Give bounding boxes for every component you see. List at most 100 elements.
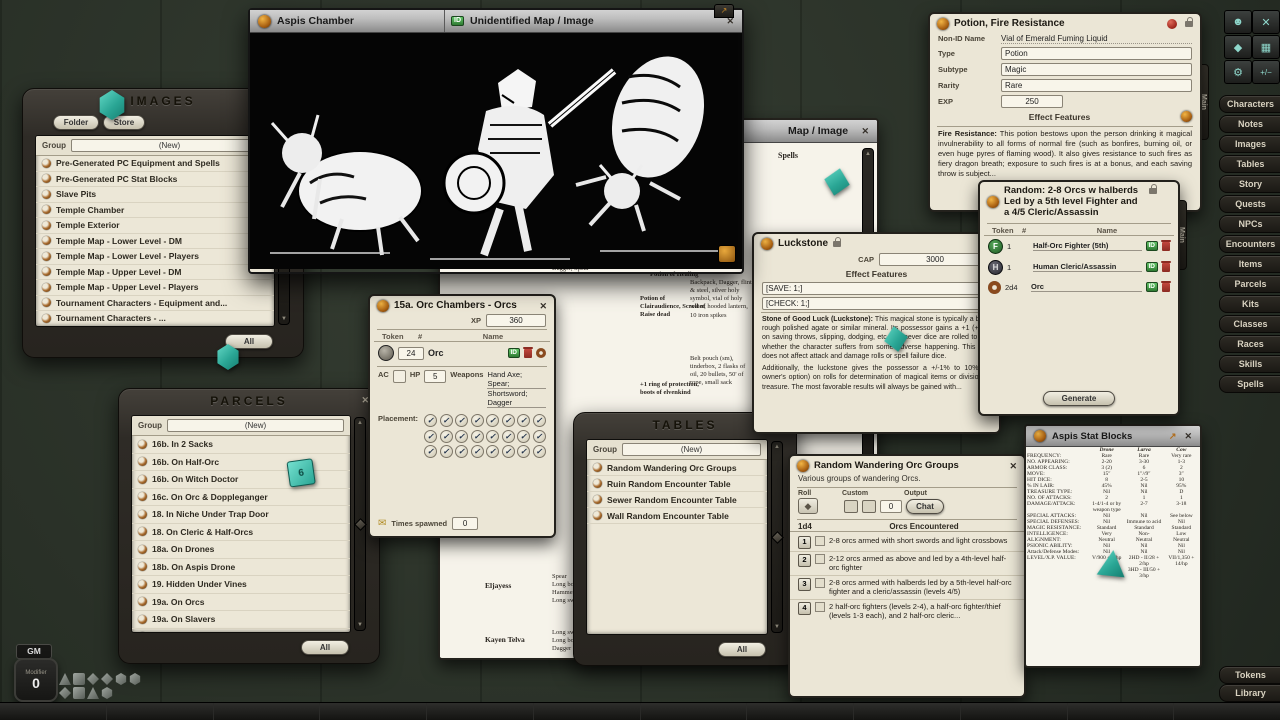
npc-count-field[interactable]: 24 (398, 347, 424, 360)
scrollbar[interactable]: ▲ ▼ (354, 417, 366, 631)
hotkey-slot[interactable] (427, 703, 534, 720)
sidebar-item-items[interactable]: Items (1219, 255, 1280, 273)
list-item[interactable]: Tournament Characters - ... (36, 311, 274, 327)
all-button[interactable]: All (301, 640, 349, 655)
nonid-name-field[interactable]: Vial of Emerald Fuming Liquid (1001, 34, 1192, 44)
lock-icon[interactable] (1149, 188, 1157, 194)
potion-header[interactable]: Potion, Fire Resistance (930, 14, 1200, 32)
list-item[interactable]: 19. Hidden Under Vines (132, 576, 350, 594)
list-item[interactable]: Sewer Random Encounter Table (587, 492, 767, 508)
placement-check-icon[interactable] (440, 430, 453, 443)
scrollbar[interactable]: ▲ ▼ (771, 441, 783, 633)
tabletop-die-d4[interactable] (1097, 549, 1128, 578)
window-random-orcs[interactable]: Random: 2-8 Orcs w halberds Led by a 5th… (978, 180, 1180, 416)
xp-field[interactable]: 360 (486, 314, 546, 327)
scroll-down-icon[interactable]: ▼ (281, 316, 287, 322)
hotkey-slot[interactable] (854, 703, 961, 720)
tray-die-icon[interactable] (87, 687, 99, 699)
window-orc-groups-table[interactable]: Random Wandering Orc Groups ✕ Various gr… (788, 454, 1026, 698)
npc-count[interactable]: 1 (1007, 263, 1029, 272)
popout-icon[interactable]: ↗ (1169, 431, 1177, 442)
tray-die-d4-icon[interactable] (59, 673, 71, 685)
type-field[interactable]: Potion (1001, 47, 1192, 60)
placement-check-icon[interactable] (424, 414, 437, 427)
identified-badge[interactable]: ID (1146, 241, 1159, 251)
sidebar-item-tokens[interactable]: Tokens (1219, 666, 1280, 684)
row-drag-handle[interactable] (815, 536, 825, 546)
tray-die-icon[interactable] (101, 687, 113, 699)
placement-check-icon[interactable] (533, 414, 546, 427)
npc-token[interactable] (988, 281, 1001, 294)
tabletop-die-d10[interactable] (882, 324, 910, 354)
tray-die-d12-icon[interactable] (115, 673, 127, 685)
faction-icon[interactable] (536, 348, 546, 358)
close-icon[interactable]: ✕ (1184, 431, 1192, 442)
rarity-field[interactable]: Rare (1001, 79, 1192, 92)
list-item[interactable]: Pre-Generated PC Stat Blocks (36, 172, 274, 188)
sidebar-item-skills[interactable]: Skills (1219, 355, 1280, 373)
spawn-envelope-icon[interactable]: ✉ (378, 518, 386, 529)
row-drag-handle[interactable] (815, 602, 825, 612)
roll-dice-button[interactable]: ◆ (798, 498, 818, 514)
aspis-chamber-titlebar[interactable]: Aspis Chamber ID Unidentified Map / Imag… (250, 10, 742, 33)
encounter-header[interactable]: 15a. Orc Chambers - Orcs ✕ (370, 296, 554, 314)
tray-die-d6-icon[interactable] (73, 673, 85, 685)
chat-button[interactable]: Chat (906, 499, 944, 514)
orc-groups-header[interactable]: Random Wandering Orc Groups ✕ (790, 456, 1024, 474)
group-dropdown[interactable]: (New) (71, 139, 268, 152)
hotkey-slot[interactable] (0, 703, 107, 720)
placement-check-icon[interactable] (486, 414, 499, 427)
hotkey-slot[interactable] (641, 703, 748, 720)
lock-icon[interactable] (1185, 21, 1193, 27)
cap-field[interactable]: 3000 (879, 253, 991, 266)
placement-check-icon[interactable] (471, 430, 484, 443)
npc-name[interactable]: Human Cleric/Assassin (1033, 262, 1142, 272)
list-item[interactable]: 19a. On Orcs (132, 594, 350, 612)
exp-field[interactable]: 250 (1001, 95, 1063, 108)
tray-die-d8-icon[interactable] (87, 673, 99, 685)
tray-die-icon[interactable] (73, 687, 85, 699)
list-item[interactable]: 16b. On Half-Orc (132, 454, 350, 472)
close-icon[interactable]: ✕ (1009, 461, 1017, 472)
custom-toggle-button[interactable] (862, 500, 876, 513)
window-manager-icon[interactable]: ▦ (1252, 35, 1280, 59)
placement-check-icon[interactable] (502, 445, 515, 458)
list-item[interactable]: 16c. On Orc & Doppleganger (132, 489, 350, 507)
sidebar-item-kits[interactable]: Kits (1219, 295, 1280, 313)
popout-icon[interactable]: ↗ (714, 4, 734, 18)
scroll-thumb[interactable] (354, 518, 367, 531)
tabletop-die-d20[interactable] (98, 90, 126, 120)
list-item[interactable]: 21. In Crates (132, 629, 350, 634)
npc-count[interactable]: 2d4 (1005, 283, 1027, 292)
group-dropdown[interactable]: (New) (167, 419, 344, 432)
identified-badge[interactable]: ID (451, 16, 464, 26)
identified-badge[interactable]: ID (508, 348, 521, 358)
list-item[interactable]: 18. In Niche Under Trap Door (132, 506, 350, 524)
all-button[interactable]: All (718, 642, 766, 657)
dice-tray[interactable] (58, 672, 142, 700)
list-item[interactable]: Temple Map - Lower Level - DM (36, 234, 274, 250)
edit-effects-icon[interactable] (1181, 111, 1192, 122)
npc-name[interactable]: Orc (428, 348, 504, 358)
hp-field[interactable]: 5 (424, 370, 446, 383)
hotkey-slot[interactable] (534, 703, 641, 720)
list-item[interactable]: Ruin Random Encounter Table (587, 476, 767, 492)
list-item[interactable]: 18a. On Drones (132, 541, 350, 559)
list-item[interactable]: 18b. On Aspis Drone (132, 559, 350, 577)
scroll-down-icon[interactable]: ▼ (357, 622, 363, 628)
placement-check-icon[interactable] (455, 445, 468, 458)
tray-die-d100-icon[interactable] (59, 687, 71, 699)
list-item[interactable]: 18. On Cleric & Half-Orcs (132, 524, 350, 542)
subtype-field[interactable]: Magic (1001, 63, 1192, 76)
placement-check-icon[interactable] (502, 430, 515, 443)
lock-icon[interactable] (833, 241, 841, 247)
hotkey-slot[interactable] (214, 703, 321, 720)
sidebar-item-spells[interactable]: Spells (1219, 375, 1280, 393)
close-all-icon[interactable]: ✕ (1252, 10, 1280, 34)
hotkey-slot[interactable] (107, 703, 214, 720)
placement-check-icon[interactable] (455, 414, 468, 427)
row-roll-chip[interactable]: 4 (798, 602, 811, 615)
list-item[interactable]: Tournament Characters - Equipment and... (36, 296, 274, 312)
modifiers-icon[interactable]: +/− (1252, 60, 1280, 84)
sidebar-item-notes[interactable]: Notes (1219, 115, 1280, 133)
